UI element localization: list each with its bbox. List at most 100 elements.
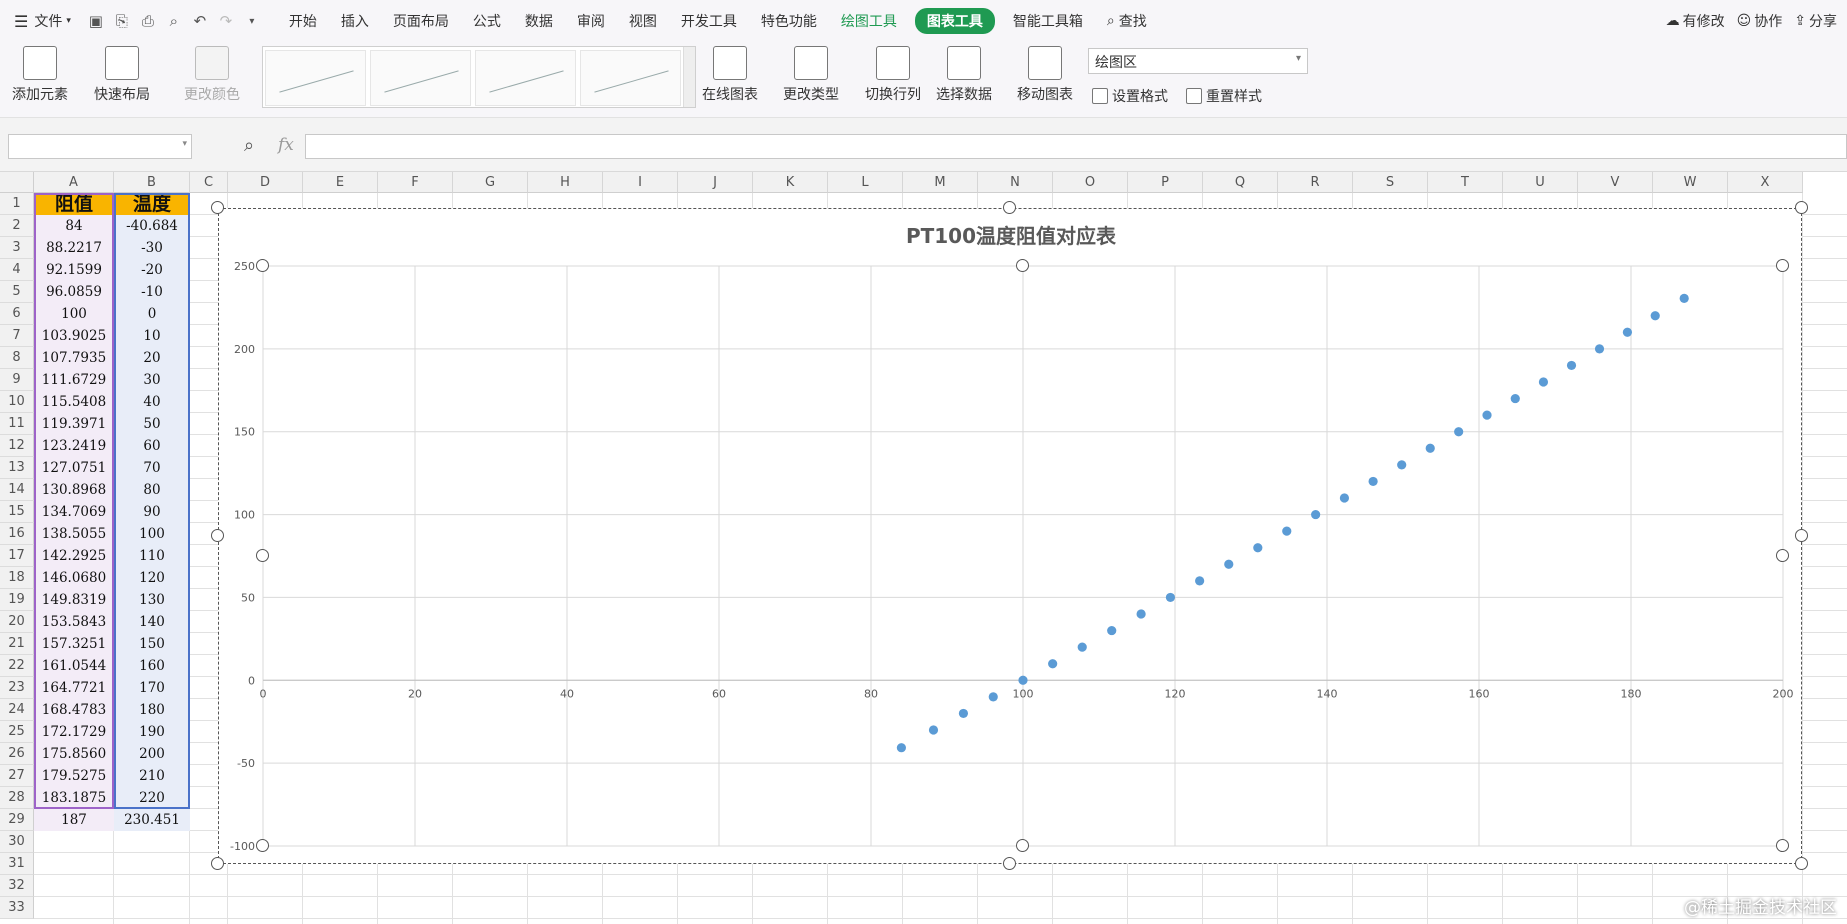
cell-temperature[interactable]: 130 [114, 589, 190, 611]
cell-temperature[interactable]: 200 [114, 743, 190, 765]
row-header-25[interactable]: 25 [0, 721, 34, 743]
chart-resize-handle[interactable] [1003, 201, 1016, 214]
row-header-9[interactable]: 9 [0, 369, 34, 391]
row-header-13[interactable]: 13 [0, 457, 34, 479]
print-preview-icon[interactable]: ⌕ [161, 0, 187, 42]
column-header-B[interactable]: B [114, 172, 190, 193]
add-element-button[interactable]: 添加元素 [12, 46, 68, 104]
tab-1[interactable]: 插入 [329, 0, 381, 42]
row-header-3[interactable]: 3 [0, 237, 34, 259]
cell-resistance[interactable]: 164.7721 [34, 677, 114, 699]
cell-temperature[interactable]: 30 [114, 369, 190, 391]
row-header-24[interactable]: 24 [0, 699, 34, 721]
cell-temperature[interactable]: 160 [114, 655, 190, 677]
cell-temperature[interactable]: 190 [114, 721, 190, 743]
header-cell-temperature[interactable]: 温度 [114, 193, 190, 215]
plot-area-resize-handle[interactable] [1776, 839, 1789, 852]
cell-resistance[interactable]: 100 [34, 303, 114, 325]
column-header-A[interactable]: A [34, 172, 114, 193]
row-header-6[interactable]: 6 [0, 303, 34, 325]
row-header-10[interactable]: 10 [0, 391, 34, 413]
column-header-J[interactable]: J [678, 172, 753, 193]
plot-area-resize-handle[interactable] [256, 839, 269, 852]
column-header-V[interactable]: V [1578, 172, 1653, 193]
column-header-I[interactable]: I [603, 172, 678, 193]
share-button[interactable]: ⇪ 分享 [1788, 0, 1847, 42]
chart-element-select[interactable]: 绘图区 ▾ [1088, 48, 1308, 74]
column-header-H[interactable]: H [528, 172, 603, 193]
tab-4[interactable]: 数据 [513, 0, 565, 42]
row-header-18[interactable]: 18 [0, 567, 34, 589]
cell-temperature[interactable]: -20 [114, 259, 190, 281]
column-header-N[interactable]: N [978, 172, 1053, 193]
plot-area-resize-handle[interactable] [1776, 549, 1789, 562]
cell-temperature[interactable]: 140 [114, 611, 190, 633]
change-type-button[interactable]: 更改类型 [783, 46, 839, 104]
cell-temperature[interactable]: -40.684 [114, 215, 190, 237]
scatter-chart[interactable]: 0 20 40 60 80 100 120 140 160 180 200 250 200 150 100 5… [219, 209, 1803, 865]
cell-resistance[interactable]: 179.5275 [34, 765, 114, 787]
column-header-R[interactable]: R [1278, 172, 1353, 193]
cell-resistance[interactable]: 123.2419 [34, 435, 114, 457]
tab-2[interactable]: 页面布局 [381, 0, 461, 42]
column-header-X[interactable]: X [1728, 172, 1803, 193]
chart-resize-handle[interactable] [1795, 857, 1808, 870]
cell-resistance[interactable]: 84 [34, 215, 114, 237]
chart-resize-handle[interactable] [211, 857, 224, 870]
reset-style-button[interactable]: 重置样式 [1186, 86, 1262, 106]
cell-resistance[interactable]: 187 [34, 809, 114, 831]
column-header-D[interactable]: D [228, 172, 303, 193]
cell-temperature[interactable]: -10 [114, 281, 190, 303]
cell-temperature[interactable]: 150 [114, 633, 190, 655]
move-chart-button[interactable]: 移动图表 [1017, 46, 1073, 104]
plot-area-resize-handle[interactable] [1016, 259, 1029, 272]
cell-temperature[interactable]: 70 [114, 457, 190, 479]
tab-8[interactable]: 特色功能 [749, 0, 829, 42]
row-header-32[interactable]: 32 [0, 875, 34, 897]
row-header-31[interactable]: 31 [0, 853, 34, 875]
cell-temperature[interactable]: 10 [114, 325, 190, 347]
select-all-corner[interactable] [0, 172, 34, 193]
row-header-16[interactable]: 16 [0, 523, 34, 545]
cell-resistance[interactable]: 92.1599 [34, 259, 114, 281]
gallery-scroll[interactable] [683, 47, 696, 107]
tab-0[interactable]: 开始 [277, 0, 329, 42]
customize-toolbar-icon[interactable]: ▾ [239, 0, 265, 42]
cell-temperature[interactable]: 210 [114, 765, 190, 787]
tab-smart-toolbox[interactable]: 智能工具箱 [1001, 0, 1095, 42]
tab-6[interactable]: 视图 [617, 0, 669, 42]
tab-7[interactable]: 开发工具 [669, 0, 749, 42]
cell-temperature[interactable]: 60 [114, 435, 190, 457]
cell-resistance[interactable]: 107.7935 [34, 347, 114, 369]
fx-label[interactable]: fx [278, 135, 294, 155]
row-header-22[interactable]: 22 [0, 655, 34, 677]
row-header-21[interactable]: 21 [0, 633, 34, 655]
cell-temperature[interactable]: 170 [114, 677, 190, 699]
chart-resize-handle[interactable] [1795, 529, 1808, 542]
cell-resistance[interactable]: 138.5055 [34, 523, 114, 545]
export-icon[interactable]: ⎘ [109, 0, 135, 42]
cell-resistance[interactable]: 161.0544 [34, 655, 114, 677]
format-selection-button[interactable]: 设置格式 [1092, 86, 1168, 106]
row-header-17[interactable]: 17 [0, 545, 34, 567]
chart-resize-handle[interactable] [1795, 201, 1808, 214]
row-header-27[interactable]: 27 [0, 765, 34, 787]
column-header-P[interactable]: P [1128, 172, 1203, 193]
column-header-F[interactable]: F [378, 172, 453, 193]
cell-temperature[interactable]: 110 [114, 545, 190, 567]
formula-input[interactable] [305, 134, 1847, 159]
cell-resistance[interactable]: 157.3251 [34, 633, 114, 655]
row-header-8[interactable]: 8 [0, 347, 34, 369]
tab-chart-tools[interactable]: 图表工具 [914, 8, 995, 34]
header-cell-resistance[interactable]: 阻值 [34, 193, 114, 215]
plot-area-resize-handle[interactable] [256, 259, 269, 272]
chart-resize-handle[interactable] [1003, 857, 1016, 870]
cell-temperature[interactable]: 120 [114, 567, 190, 589]
cell-resistance[interactable]: 103.9025 [34, 325, 114, 347]
cell-resistance[interactable]: 96.0859 [34, 281, 114, 303]
column-header-L[interactable]: L [828, 172, 903, 193]
tab-3[interactable]: 公式 [461, 0, 513, 42]
chart-style-thumb[interactable] [370, 50, 472, 106]
cell-temperature[interactable]: 230.451 [114, 809, 190, 831]
cell-resistance[interactable]: 130.8968 [34, 479, 114, 501]
